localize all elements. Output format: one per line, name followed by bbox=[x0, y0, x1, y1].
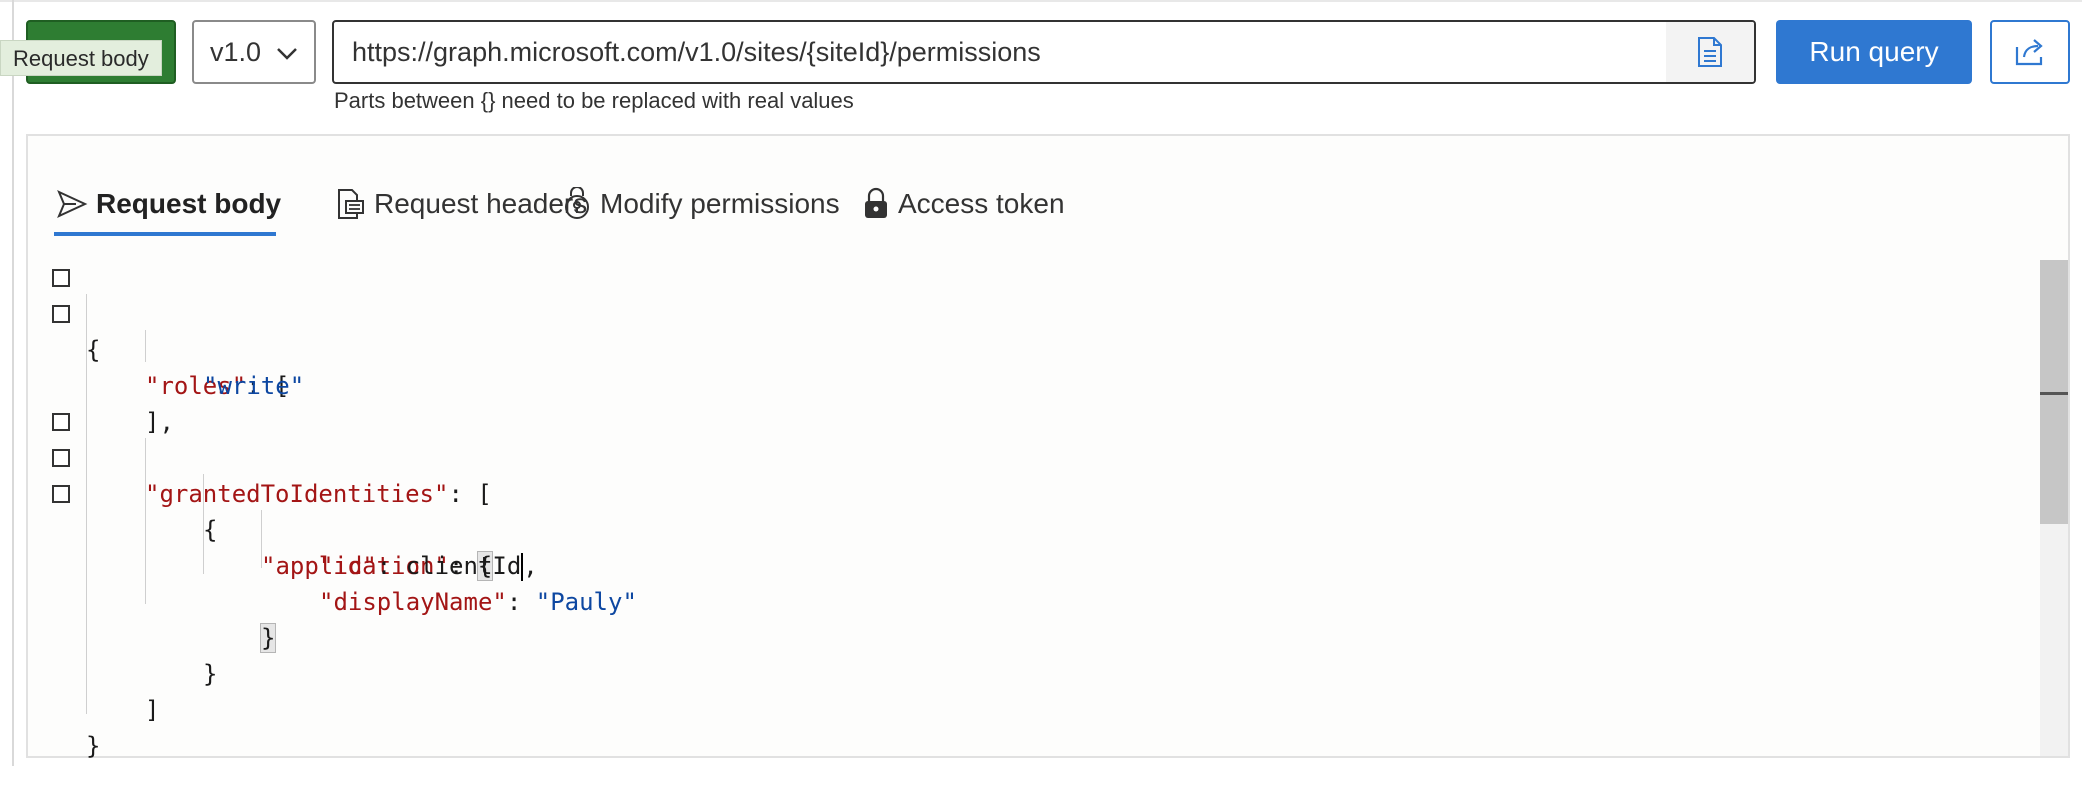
code-line: "grantedToIdentities": [ bbox=[28, 404, 492, 508]
code-line: { bbox=[28, 260, 115, 364]
request-panel: Request body Request headers Modify perm… bbox=[26, 134, 2070, 760]
share-icon bbox=[2015, 39, 2043, 66]
method-tooltip: Request body bbox=[0, 40, 162, 76]
json-string: "write" bbox=[203, 372, 305, 400]
version-dropdown[interactable]: v1.0 bbox=[192, 20, 316, 84]
json-key: "grantedToIdentities" bbox=[145, 480, 449, 508]
code-line: "write" bbox=[28, 332, 304, 400]
fold-toggle[interactable] bbox=[52, 269, 70, 287]
chevron-down-icon bbox=[277, 48, 297, 60]
permissions-icon bbox=[565, 187, 589, 219]
json-key: "id" bbox=[319, 552, 377, 580]
tab-label: Modify permissions bbox=[600, 188, 840, 219]
tab-access-token[interactable]: Access token bbox=[862, 174, 1065, 234]
fold-toggle[interactable] bbox=[52, 449, 70, 467]
share-button[interactable] bbox=[1990, 20, 2070, 84]
indent-guide bbox=[145, 438, 146, 604]
bracket-match: } bbox=[259, 623, 277, 653]
code-line: } bbox=[28, 692, 115, 760]
send-icon bbox=[57, 190, 88, 218]
document-icon bbox=[1698, 37, 1722, 67]
code-line: } bbox=[28, 584, 277, 653]
indent-guide bbox=[145, 330, 146, 362]
code-text: ] bbox=[145, 696, 160, 724]
code-text: } bbox=[86, 732, 101, 760]
code-text: : bbox=[506, 588, 536, 616]
url-hint: Parts between {} need to be replaced wit… bbox=[334, 88, 854, 113]
scrollbar-cursor-marker bbox=[2040, 392, 2068, 395]
top-border bbox=[0, 0, 2082, 2]
code-text: : clientId bbox=[376, 552, 522, 580]
run-query-button[interactable]: Run query bbox=[1776, 20, 1972, 84]
code-text: : [ bbox=[448, 480, 492, 508]
tab-request-body[interactable]: Request body bbox=[56, 174, 281, 234]
code-line: "id": clientId, bbox=[28, 512, 538, 581]
code-line: "roles": [ bbox=[28, 296, 290, 400]
code-line: } bbox=[28, 620, 217, 688]
vertical-scrollbar[interactable] bbox=[2040, 260, 2068, 756]
json-string: "Pauly" bbox=[535, 588, 637, 616]
url-input[interactable]: https://graph.microsoft.com/v1.0/sites/{… bbox=[332, 20, 1756, 84]
code-line: "application": { bbox=[28, 476, 494, 581]
tab-label: Request headers bbox=[374, 188, 588, 219]
fold-toggle[interactable] bbox=[52, 413, 70, 431]
code-text: , bbox=[523, 552, 538, 580]
code-text: ], bbox=[145, 408, 174, 436]
fold-toggle[interactable] bbox=[52, 485, 70, 503]
code-editor[interactable]: { "roles": [ "write" ], "grantedToIdenti… bbox=[28, 260, 2068, 760]
fold-toggle[interactable] bbox=[52, 305, 70, 323]
docs-button[interactable] bbox=[1666, 22, 1754, 82]
json-key: "displayName" bbox=[319, 588, 507, 616]
tab-label: Request body bbox=[96, 188, 282, 219]
code-text: } bbox=[203, 660, 218, 688]
code-line: ] bbox=[28, 656, 159, 724]
code-line: ], bbox=[28, 368, 174, 436]
left-splitter[interactable] bbox=[12, 0, 14, 766]
tab-request-headers[interactable]: Request headers bbox=[336, 174, 587, 234]
code-text: { bbox=[203, 516, 218, 544]
active-tab-indicator bbox=[54, 232, 276, 236]
lock-icon bbox=[865, 187, 887, 218]
code-line: { bbox=[28, 440, 217, 544]
tab-label: Access token bbox=[898, 188, 1065, 219]
url-text: https://graph.microsoft.com/v1.0/sites/{… bbox=[352, 37, 1041, 67]
code-line: "displayName": "Pauly" bbox=[28, 548, 637, 616]
version-value: v1.0 bbox=[210, 36, 262, 67]
tab-modify-permissions[interactable]: Modify permissions bbox=[562, 174, 840, 234]
headers-icon bbox=[338, 189, 364, 219]
